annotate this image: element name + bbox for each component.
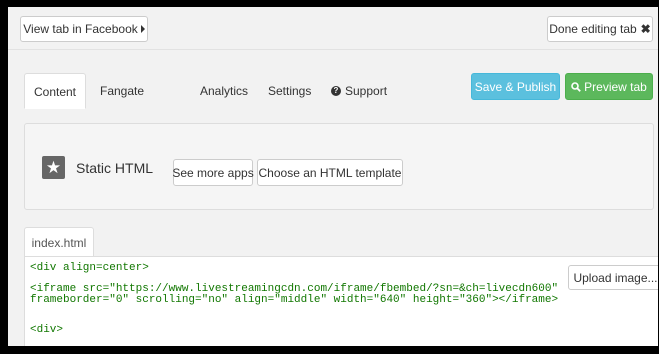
app-name: Static HTML <box>76 160 154 176</box>
done-editing-tab-button[interactable]: Done editing tab ✖ <box>547 16 653 42</box>
code-line: <div> <box>30 324 64 336</box>
close-icon: ✖ <box>640 22 651 36</box>
tab-fangate[interactable]: Fangate <box>100 73 144 109</box>
view-tab-label: View tab in Facebook <box>23 22 138 36</box>
tab-settings[interactable]: Settings <box>268 73 311 109</box>
upload-image-button[interactable]: Upload image... <box>568 265 658 290</box>
app-panel: ★ Static HTML See more apps Choose an HT… <box>24 123 654 210</box>
code-line: <div align=center> <box>30 262 149 274</box>
code-editor[interactable]: <div align=center> <iframe src="https://… <box>24 256 658 346</box>
done-editing-label: Done editing tab <box>549 22 637 36</box>
top-bar: View tab in Facebook Done editing tab ✖ <box>8 7 658 50</box>
view-tab-in-facebook-button[interactable]: View tab in Facebook <box>20 16 148 42</box>
search-icon <box>571 81 581 92</box>
tab-editor-window: View tab in Facebook Done editing tab ✖ … <box>8 7 658 346</box>
preview-tab-button[interactable]: Preview tab <box>565 73 653 100</box>
tab-analytics[interactable]: Analytics <box>200 73 248 109</box>
code-line: frameborder="0" scrolling="no" align="mi… <box>30 294 559 306</box>
tab-support-label: Support <box>345 84 388 98</box>
tab-support[interactable]: ? Support <box>331 73 387 109</box>
star-icon: ★ <box>42 156 65 179</box>
caret-right-icon <box>140 25 145 33</box>
preview-tab-label: Preview tab <box>584 79 647 94</box>
save-publish-button[interactable]: Save & Publish <box>471 73 560 100</box>
file-tab-index-html[interactable]: index.html <box>24 227 94 257</box>
question-circle-icon: ? <box>331 86 341 96</box>
tab-content[interactable]: Content <box>24 73 86 109</box>
see-more-apps-button[interactable]: See more apps <box>172 159 254 186</box>
choose-template-button[interactable]: Choose an HTML template <box>257 159 403 186</box>
